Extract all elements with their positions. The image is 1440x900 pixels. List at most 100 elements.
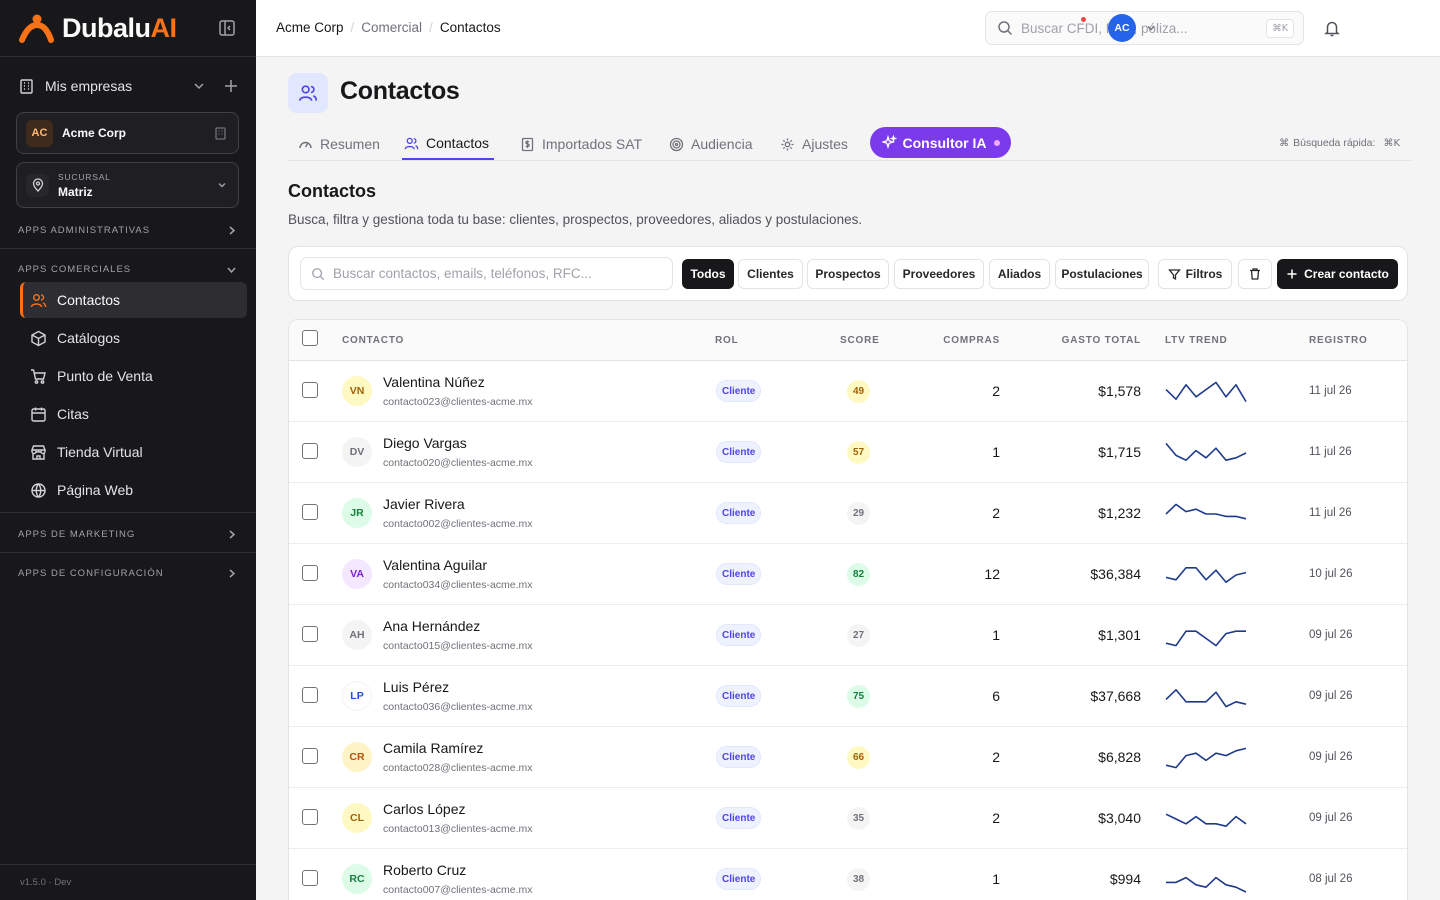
global-search-input[interactable] [1021,20,1267,36]
filter-clientes[interactable]: Clientes [738,259,803,289]
contact-name[interactable]: Javier Rivera [383,496,465,512]
ltv-sparkline [1165,630,1246,647]
registration-date: 08 jul 26 [1309,873,1353,885]
branch-selector[interactable]: SUCURSAL Matriz [16,162,239,208]
contact-name[interactable]: Valentina Núñez [383,374,485,390]
sidebar-item-pagina-web[interactable]: Página Web [20,472,247,508]
user-avatar[interactable]: AC [1108,14,1136,42]
section-commercial-apps[interactable]: APPS COMERCIALES [18,262,238,276]
role-badge: Cliente [716,563,762,585]
contact-name[interactable]: Roberto Cruz [383,862,466,878]
score-badge: 49 [847,380,870,403]
my-companies-row[interactable]: Mis empresas [18,74,240,98]
table-row[interactable]: LP Luis Pérez contacto036@clientes-acme.mx… [289,666,1407,727]
table-row[interactable]: VA Valentina Aguilar contacto034@clientes-… [289,544,1407,605]
bell-icon[interactable] [1323,19,1341,37]
filter-proveedores[interactable]: Proveedores [894,259,984,289]
table-row[interactable]: CL Carlos López contacto013@clientes-acme.… [289,788,1407,849]
row-checkbox[interactable] [302,382,318,398]
sidebar-item-punto-de-venta[interactable]: Punto de Venta [20,358,247,394]
registration-date: 11 jul 26 [1309,446,1352,458]
total-spend: $3,040 [1098,810,1141,826]
sidebar-item-contactos[interactable]: Contactos [20,282,247,318]
table-row[interactable]: VN Valentina Núñez contacto023@clientes-ac… [289,361,1407,422]
sidebar-collapse-icon[interactable] [218,19,236,37]
sidebar-divider [0,56,256,57]
filters-button[interactable]: Filtros [1158,259,1232,289]
contact-name[interactable]: Camila Ramírez [383,740,483,756]
section-admin-apps[interactable]: APPS ADMINISTRATIVAS [18,223,238,237]
my-companies-label: Mis empresas [45,78,133,94]
filter-postulaciones[interactable]: Postulaciones [1055,259,1149,289]
tab-resumen[interactable]: Resumen [296,128,382,160]
column-header-gasto-total[interactable]: GASTO TOTAL [1062,335,1141,346]
section-marketing-apps[interactable]: APPS DE MARKETING [18,527,238,541]
breadcrumb-item[interactable]: Comercial [361,20,422,35]
score-badge: 66 [847,746,870,769]
table-row[interactable]: JR Javier Rivera contacto002@clientes-acme… [289,483,1407,544]
row-checkbox[interactable] [302,748,318,764]
row-checkbox[interactable] [302,687,318,703]
purchases-count: 1 [992,871,1000,887]
contact-email: contacto013@clientes-acme.mx [383,823,533,835]
table-row[interactable]: AH Ana Hernández contacto015@clientes-acme… [289,605,1407,666]
contact-name[interactable]: Diego Vargas [383,435,467,451]
section-description: Busca, filtra y gestiona toda tu base: c… [288,212,863,227]
tab-consultor-ia[interactable]: Consultor IA [870,127,1011,158]
select-all-checkbox[interactable] [302,330,318,346]
tab-importados-sat[interactable]: Importados SAT [518,128,644,160]
contact-search-input[interactable] [333,266,662,281]
map-pin-icon [26,173,49,197]
dubalu-logo-icon [19,14,54,43]
row-checkbox[interactable] [302,870,318,886]
filter-prospectos[interactable]: Prospectos [807,259,889,289]
column-header-rol[interactable]: ROL [715,335,739,346]
search-icon [312,267,325,280]
contact-name[interactable]: Ana Hernández [383,618,480,634]
sidebar-item-citas[interactable]: Citas [20,396,247,432]
column-header-contacto[interactable]: CONTACTO [342,335,404,346]
company-selector[interactable]: AC Acme Corp [16,112,239,154]
contact-initials: VA [342,559,372,589]
create-contact-button[interactable]: Crear contacto [1277,259,1398,289]
ltv-trend-line [1165,381,1247,403]
tab-contactos[interactable]: Contactos [402,128,494,160]
contact-email: contacto034@clientes-acme.mx [383,579,533,591]
row-checkbox[interactable] [302,443,318,459]
contact-email: contacto007@clientes-acme.mx [383,884,533,896]
filter-aliados[interactable]: Aliados [989,259,1050,289]
chevron-down-icon[interactable] [1145,22,1157,34]
building-icon [20,78,33,94]
contact-name[interactable]: Valentina Aguilar [383,557,487,573]
table-row[interactable]: DV Diego Vargas contacto020@clientes-acme.… [289,422,1407,483]
breadcrumb-item[interactable]: Acme Corp [276,20,344,35]
table-row[interactable]: CR Camila Ramírez contacto028@clientes-acm… [289,727,1407,788]
ltv-trend-line [1165,747,1247,769]
trash-icon [1250,268,1260,280]
delete-button[interactable] [1238,259,1272,289]
brand-logo[interactable]: DubaluAI [18,10,177,46]
row-checkbox[interactable] [302,626,318,642]
add-company-icon[interactable] [222,77,240,95]
total-spend: $994 [1109,871,1141,887]
table-row[interactable]: RC Roberto Cruz contacto007@clientes-acme.… [289,849,1407,900]
tab-audiencia[interactable]: Audiencia [667,128,755,160]
contact-search[interactable] [300,257,673,290]
chevron-down-icon[interactable] [190,77,208,95]
column-header-compras[interactable]: COMPRAS [943,335,1000,346]
column-header-registro[interactable]: REGISTRO [1309,335,1368,346]
contact-name[interactable]: Luis Pérez [383,679,449,695]
chevron-right-icon [229,529,236,539]
row-checkbox[interactable] [302,565,318,581]
building-icon [215,126,226,140]
row-checkbox[interactable] [302,809,318,825]
tab-ajustes[interactable]: Ajustes [778,128,850,160]
ltv-sparkline [1165,567,1247,584]
sidebar-item-tienda-virtual[interactable]: Tienda Virtual [20,434,247,470]
contact-name[interactable]: Carlos López [383,801,466,817]
filter-todos[interactable]: Todos [682,259,734,289]
section-config-apps[interactable]: APPS DE CONFIGURACIÓN [18,566,238,580]
column-header-score[interactable]: SCORE [840,335,880,346]
sidebar-item-catalogos[interactable]: Catálogos [20,320,247,356]
row-checkbox[interactable] [302,504,318,520]
